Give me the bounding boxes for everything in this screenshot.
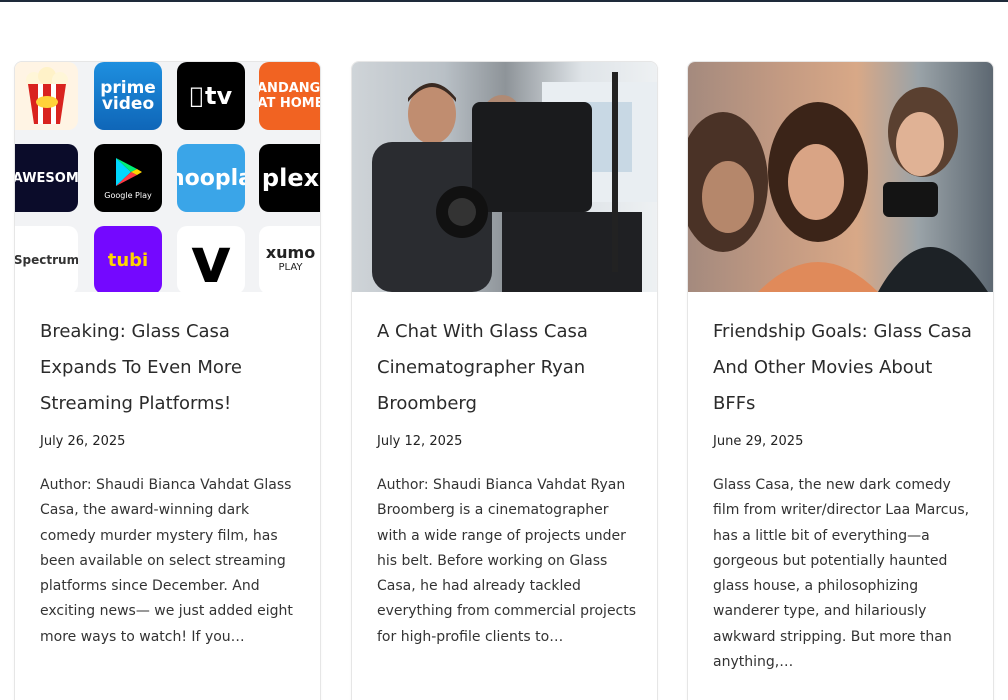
fandango-logo: FANDANGO AT HOME [259,62,321,130]
post-thumbnail-friends-photo[interactable] [688,62,993,292]
google-play-icon [116,158,142,186]
fandango-label: FANDANGO AT HOME [259,81,321,111]
plex-logo: plex [259,144,320,212]
google-play-logo: Google Play [94,144,162,212]
hoopla-label: hoopla [177,165,245,191]
google-play-label: Google Play [104,191,152,200]
vimeo-label: v [190,226,232,292]
fawesome-label: FAWESOME [15,170,78,186]
post-excerpt: Author: Shaudi Bianca Vahdat Ryan Broomb… [377,477,637,645]
spectrum-label: Spectrum [15,253,78,267]
popcorn-icon [15,62,78,130]
prime-video-logo: prime video [94,62,162,130]
spectrum-logo: Spectrum [15,226,78,292]
apple-tv-label: tv [198,82,232,110]
plex-label: plex [261,164,320,192]
hoopla-logo: hoopla [177,144,245,212]
vimeo-logo: v [177,226,245,292]
apple-tv-logo:  tv [177,62,245,130]
post-date: July 26, 2025 [40,434,126,449]
post-thumbnail-streaming-logos[interactable]: prime video  tv FANDANGO AT HOME FAWESO… [15,62,321,292]
post-excerpt: Glass Casa, the new dark comedy film fro… [713,477,970,671]
xumo-play-label: PLAY [278,262,303,273]
three-women-image [688,87,988,292]
prime-video-label: prime video [100,78,156,114]
tubi-logo: tubi [94,226,162,292]
streaming-logos-grid: prime video  tv FANDANGO AT HOME FAWESO… [15,62,321,292]
apple-icon:  [190,84,203,109]
post-title-link[interactable]: Breaking: Glass Casa Expands To Even Mor… [40,314,302,422]
post-title-link[interactable]: A Chat With Glass Casa Cinematographer R… [377,314,639,422]
post-card: prime video  tv FANDANGO AT HOME FAWESO… [14,61,321,700]
post-card: Friendship Goals: Glass Casa And Other M… [687,61,994,700]
cinematographer-photo [352,62,657,292]
post-excerpt: Author: Shaudi Bianca Vahdat Glass Casa,… [40,477,293,645]
xumo-play-logo: xumo PLAY [259,226,320,292]
post-card: A Chat With Glass Casa Cinematographer R… [351,61,658,700]
post-title-link[interactable]: Friendship Goals: Glass Casa And Other M… [713,314,975,422]
post-thumbnail-cinematographer-photo[interactable] [352,62,657,292]
top-border [0,0,1008,2]
camera-operator-image [372,72,657,292]
xumo-label: xumo [265,243,316,262]
fawesome-logo: FAWESOME [15,144,78,212]
friends-photo [688,62,993,292]
post-date: June 29, 2025 [713,434,804,449]
tubi-label: tubi [107,249,149,271]
post-date: July 12, 2025 [377,434,463,449]
